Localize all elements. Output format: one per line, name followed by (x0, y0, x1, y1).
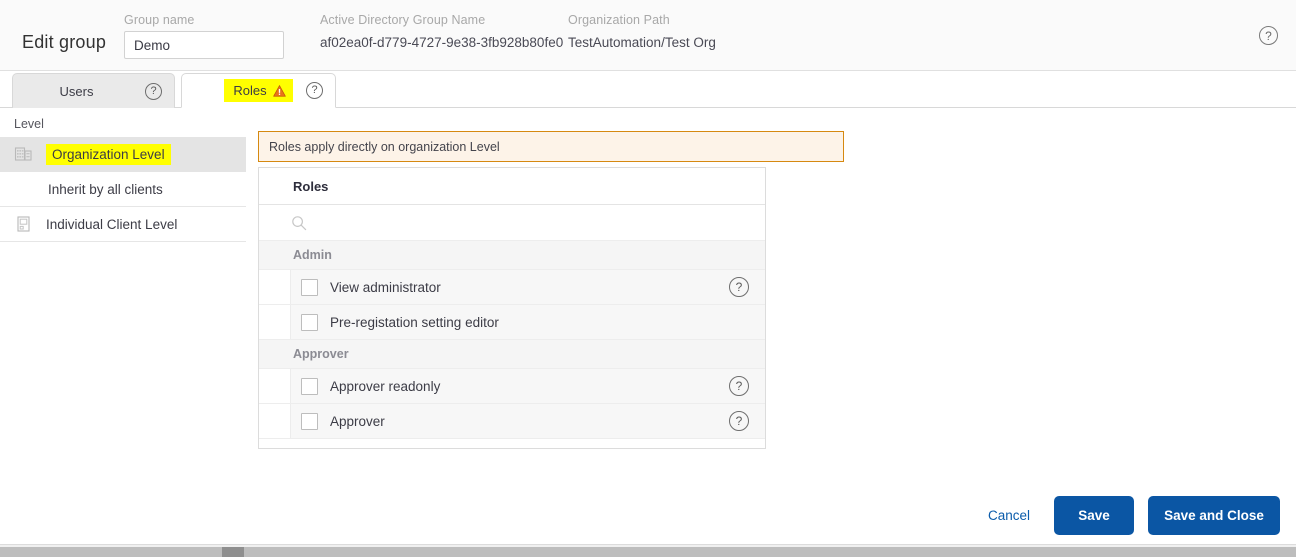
roles-search-gutter (259, 205, 291, 240)
level-item-organization-level-label: Organization Level (46, 143, 171, 165)
roles-table-header: Roles (259, 168, 765, 205)
horizontal-scrollbar[interactable] (0, 544, 1296, 557)
ad-group-name-field-group: Active Directory Group Name af02ea0f-d77… (320, 13, 563, 50)
page-help-icon[interactable]: ? (1259, 26, 1278, 45)
tab-roles[interactable]: Roles ? (181, 73, 336, 108)
role-checkbox[interactable] (301, 412, 318, 430)
roles-search-row[interactable] (259, 205, 765, 241)
search-icon (292, 215, 307, 230)
page-title: Edit group (22, 32, 107, 52)
org-path-root: TestAutomation (568, 35, 662, 50)
role-help-icon[interactable]: ? (729, 411, 749, 431)
level-item-individual-client-level[interactable]: Individual Client Level (0, 207, 246, 242)
roles-table-gutter (259, 168, 291, 204)
roles-group-header: Approver (259, 340, 765, 369)
roles-group-header-label: Approver (293, 347, 349, 361)
row-gutter (259, 404, 291, 438)
building-icon (14, 147, 32, 161)
table-row[interactable]: Approver readonly ? (259, 369, 765, 404)
organization-path-value: TestAutomation/Test Org (568, 35, 716, 50)
group-name-label: Group name (124, 13, 195, 27)
info-banner-text: Roles apply directly on organization Lev… (269, 139, 500, 154)
roles-search-input[interactable] (307, 205, 765, 240)
level-item-inherit-by-all-clients[interactable]: Inherit by all clients (0, 172, 246, 207)
roles-table: Roles Admin View administrator ? Pre-reg… (258, 167, 766, 449)
roles-table-footer (259, 439, 765, 448)
ad-group-name-label: Active Directory Group Name (320, 13, 486, 27)
role-label: View administrator (330, 279, 441, 295)
row-gutter (259, 305, 291, 339)
role-label: Approver (330, 413, 385, 429)
footer-actions: Cancel Save Save and Close (978, 496, 1280, 535)
page-header: Edit group Group name Active Directory G… (0, 0, 1296, 71)
table-row[interactable]: View administrator ? (259, 270, 765, 305)
tab-users-help-icon[interactable]: ? (145, 82, 162, 100)
table-row[interactable]: Approver ? (259, 404, 765, 439)
cancel-button[interactable]: Cancel (978, 502, 1040, 529)
table-row[interactable]: Pre-registation setting editor (259, 305, 765, 340)
level-panel: Level Organization Level Inherit by all … (0, 108, 246, 242)
edit-group-page: Edit group Group name Active Directory G… (0, 0, 1296, 557)
row-gutter (259, 369, 291, 403)
save-and-close-button[interactable]: Save and Close (1148, 496, 1280, 535)
scrollbar-track[interactable] (0, 547, 1296, 557)
group-name-field-group: Group name (124, 13, 284, 59)
organization-path-label: Organization Path (568, 13, 670, 27)
level-item-individual-client-level-label: Individual Client Level (46, 216, 178, 232)
role-label: Approver readonly (330, 378, 441, 394)
warning-triangle-icon (272, 84, 286, 97)
ad-group-name-value: af02ea0f-d779-4727-9e38-3fb928b80fe0 (320, 35, 564, 50)
role-checkbox[interactable] (301, 278, 318, 296)
role-checkbox[interactable] (301, 313, 318, 331)
role-help-icon[interactable]: ? (729, 376, 749, 396)
role-checkbox[interactable] (301, 377, 318, 395)
save-button[interactable]: Save (1054, 496, 1134, 535)
organization-path-field-group: Organization Path TestAutomation/Test Or… (568, 13, 716, 50)
group-name-input[interactable] (124, 31, 284, 59)
roles-group-header-label: Admin (293, 248, 332, 262)
level-item-organization-level[interactable]: Organization Level (0, 137, 246, 172)
tab-users[interactable]: Users ? (12, 73, 175, 108)
tab-roles-help-icon[interactable]: ? (306, 82, 323, 99)
client-monitor-icon (17, 216, 30, 232)
level-caption: Level (14, 117, 44, 131)
level-item-inherit-by-all-clients-label: Inherit by all clients (48, 181, 163, 197)
role-help-icon[interactable]: ? (729, 277, 749, 297)
tab-roles-label: Roles (233, 83, 267, 98)
roles-group-header: Admin (259, 241, 765, 270)
info-banner: Roles apply directly on organization Lev… (258, 131, 844, 162)
role-label: Pre-registation setting editor (330, 314, 499, 330)
tab-roles-label-wrap: Roles (224, 79, 293, 102)
org-path-leaf: Test Org (664, 35, 716, 50)
scrollbar-thumb[interactable] (222, 547, 244, 557)
tab-users-label: Users (59, 83, 94, 99)
row-gutter (259, 270, 291, 304)
tab-strip: Users ? Roles ? (0, 71, 1296, 108)
roles-table-header-label: Roles (293, 178, 329, 194)
